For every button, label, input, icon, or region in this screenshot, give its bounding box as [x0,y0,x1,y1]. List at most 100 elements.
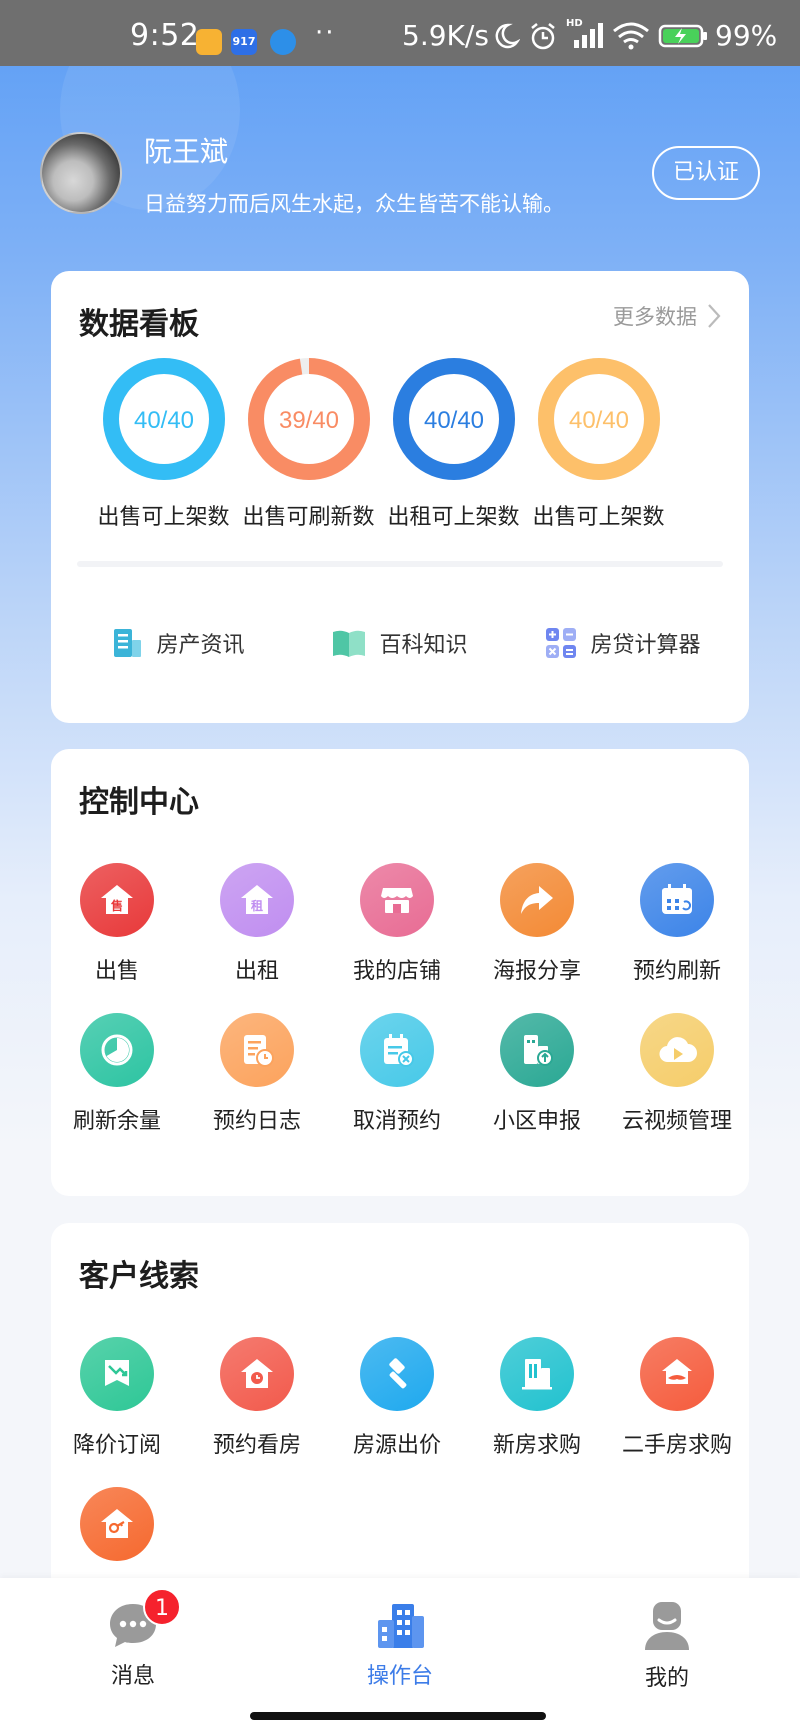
cloud-video-icon [640,1013,714,1087]
grid-label: 云视频管理 [621,1109,732,1134]
nav-messages[interactable]: 1 消息 [63,1588,203,1690]
ring-chart: 40/40 [102,358,225,480]
more-data-link[interactable]: 更多数据 [613,301,721,331]
wifi-icon [613,22,649,50]
moon-icon [495,23,520,49]
unread-badge: 1 [143,1588,181,1626]
customer-leads-card: 客户线索 降价订阅 预约看房 房源出价 新房求购 二手房求购 [51,1223,749,1623]
section-divider [77,561,723,567]
grid-label: 降价订阅 [72,1433,161,1458]
quota-ring[interactable]: 39/40 出售可刷新数 [228,351,389,531]
signal-icon [574,23,603,48]
tool-label: 房产资讯 [156,633,245,658]
svg-text:售: 售 [111,898,123,913]
network-speed: 5.9K/s [402,19,489,52]
user-name: 阮王斌 [144,135,229,168]
verified-button[interactable]: 已认证 [652,146,760,200]
app-917-icon: 917 [231,29,257,55]
ring-label: 出售可上架数 [532,505,665,530]
grid-item-二手房求购[interactable]: 二手房求购 [607,1337,747,1459]
buildings-icon [378,1604,424,1648]
log-clock-icon [220,1013,294,1087]
grid-label: 取消预约 [352,1109,441,1134]
grid-item-house-key[interactable] [47,1487,187,1561]
ring-chart: 40/40 [537,358,660,480]
sell-house-icon: 售 [80,863,154,937]
ring-label: 出售可刷新数 [242,505,375,530]
house-hand-icon [640,1337,714,1411]
grid-label: 海报分享 [492,959,581,984]
grid-item-取消预约[interactable]: 取消预约 [327,1013,467,1135]
grid-item-出租[interactable]: 租出租 [187,863,327,985]
grid-item-云视频管理[interactable]: 云视频管理 [607,1013,747,1135]
grid-label: 刷新余量 [72,1109,161,1134]
grid-item-房源出价[interactable]: 房源出价 [327,1337,467,1459]
data-board-card: 数据看板 更多数据 40/40 出售可上架数 39/40 出售可刷新数 40/40 出租可… [51,271,749,723]
encyclopedia-button[interactable]: 百科知识 [299,602,500,684]
grid-label: 我的店铺 [352,959,441,984]
data-board-title: 数据看板 [79,307,199,342]
user-motto: 日益努力而后风生水起，众生皆苦不能认输。 [144,192,564,216]
mortgage-calculator-button[interactable]: 房贷计算器 [522,602,723,684]
grid-item-降价订阅[interactable]: 降价订阅 [47,1337,187,1459]
grid-label: 出租 [234,959,279,984]
grid-label: 房源出价 [352,1433,441,1458]
nav-label: 消息 [110,1664,155,1689]
grid-label: 出售 [94,959,139,984]
house-key-icon [80,1487,154,1561]
pie-chart-icon [80,1013,154,1087]
cancel-calendar-icon [360,1013,434,1087]
notes-app-icon [196,29,222,55]
ring-chart: 39/40 [247,358,370,480]
grid-item-预约日志[interactable]: 预约日志 [187,1013,327,1135]
grid-item-小区申报[interactable]: 小区申报 [467,1013,607,1135]
grid-item-我的店铺[interactable]: 我的店铺 [327,863,467,985]
battery-level: 99% [715,19,778,52]
quota-ring[interactable]: 40/40 出租可上架数 [373,351,534,531]
status-time: 9:52 [130,18,200,53]
quota-ring[interactable]: 40/40 出售可上架数 [83,351,244,531]
grid-label: 新房求购 [492,1433,581,1458]
open-book-icon [333,630,366,657]
tool-label: 房贷计算器 [590,633,701,658]
calendar-refresh-icon [640,863,714,937]
ring-label: 出售可上架数 [97,505,230,530]
calculator-icon [546,628,577,658]
grid-item-海报分享[interactable]: 海报分享 [467,863,607,985]
nav-label: 操作台 [366,1664,433,1689]
grid-item-出售[interactable]: 售出售 [47,863,187,985]
user-icon [645,1602,689,1650]
ring-value: 39/40 [278,407,338,434]
ring-value: 40/40 [568,407,628,434]
share-arrow-icon [500,863,574,937]
chevron-right-icon [708,304,721,328]
auction-hammer-icon [360,1337,434,1411]
ring-label: 出租可上架数 [387,505,520,530]
ring-value: 40/40 [133,407,193,434]
customer-leads-title: 客户线索 [79,1259,199,1294]
profile-header: 阮王斌 日益努力而后风生水起，众生皆苦不能认输。 已认证 [40,130,760,220]
house-clock-icon [220,1337,294,1411]
grid-item-新房求购[interactable]: 新房求购 [467,1337,607,1459]
grid-item-刷新余量[interactable]: 刷新余量 [47,1013,187,1135]
more-notifications-icon: ·· [315,18,336,48]
rent-house-icon: 租 [220,863,294,937]
quota-ring[interactable]: 40/40 出售可上架数 [518,351,679,531]
ring-value: 40/40 [423,407,483,434]
nav-console[interactable]: 操作台 [330,1600,470,1690]
status-bar: 9:52 917 ·· 5.9K/s HD 99% [0,0,800,66]
battery-icon [658,24,707,48]
bottom-nav: 1 消息 操作台 我的 [0,1578,800,1734]
control-center-card: 控制中心 售出售租出租 我的店铺 海报分享 预约刷新 刷新余量 预约日志 取消预约 小区申报云… [51,749,749,1196]
avatar[interactable] [40,132,122,214]
grid-label: 预约日志 [212,1109,301,1134]
grid-item-预约刷新[interactable]: 预约刷新 [607,863,747,985]
grid-label: 预约刷新 [632,959,721,984]
property-news-button[interactable]: 房产资讯 [77,602,278,684]
ring-chart: 40/40 [392,358,515,480]
control-center-title: 控制中心 [79,785,199,820]
nav-me[interactable]: 我的 [597,1600,737,1692]
new-building-icon [500,1337,574,1411]
grid-item-预约看房[interactable]: 预约看房 [187,1337,327,1459]
alarm-icon [531,23,555,50]
